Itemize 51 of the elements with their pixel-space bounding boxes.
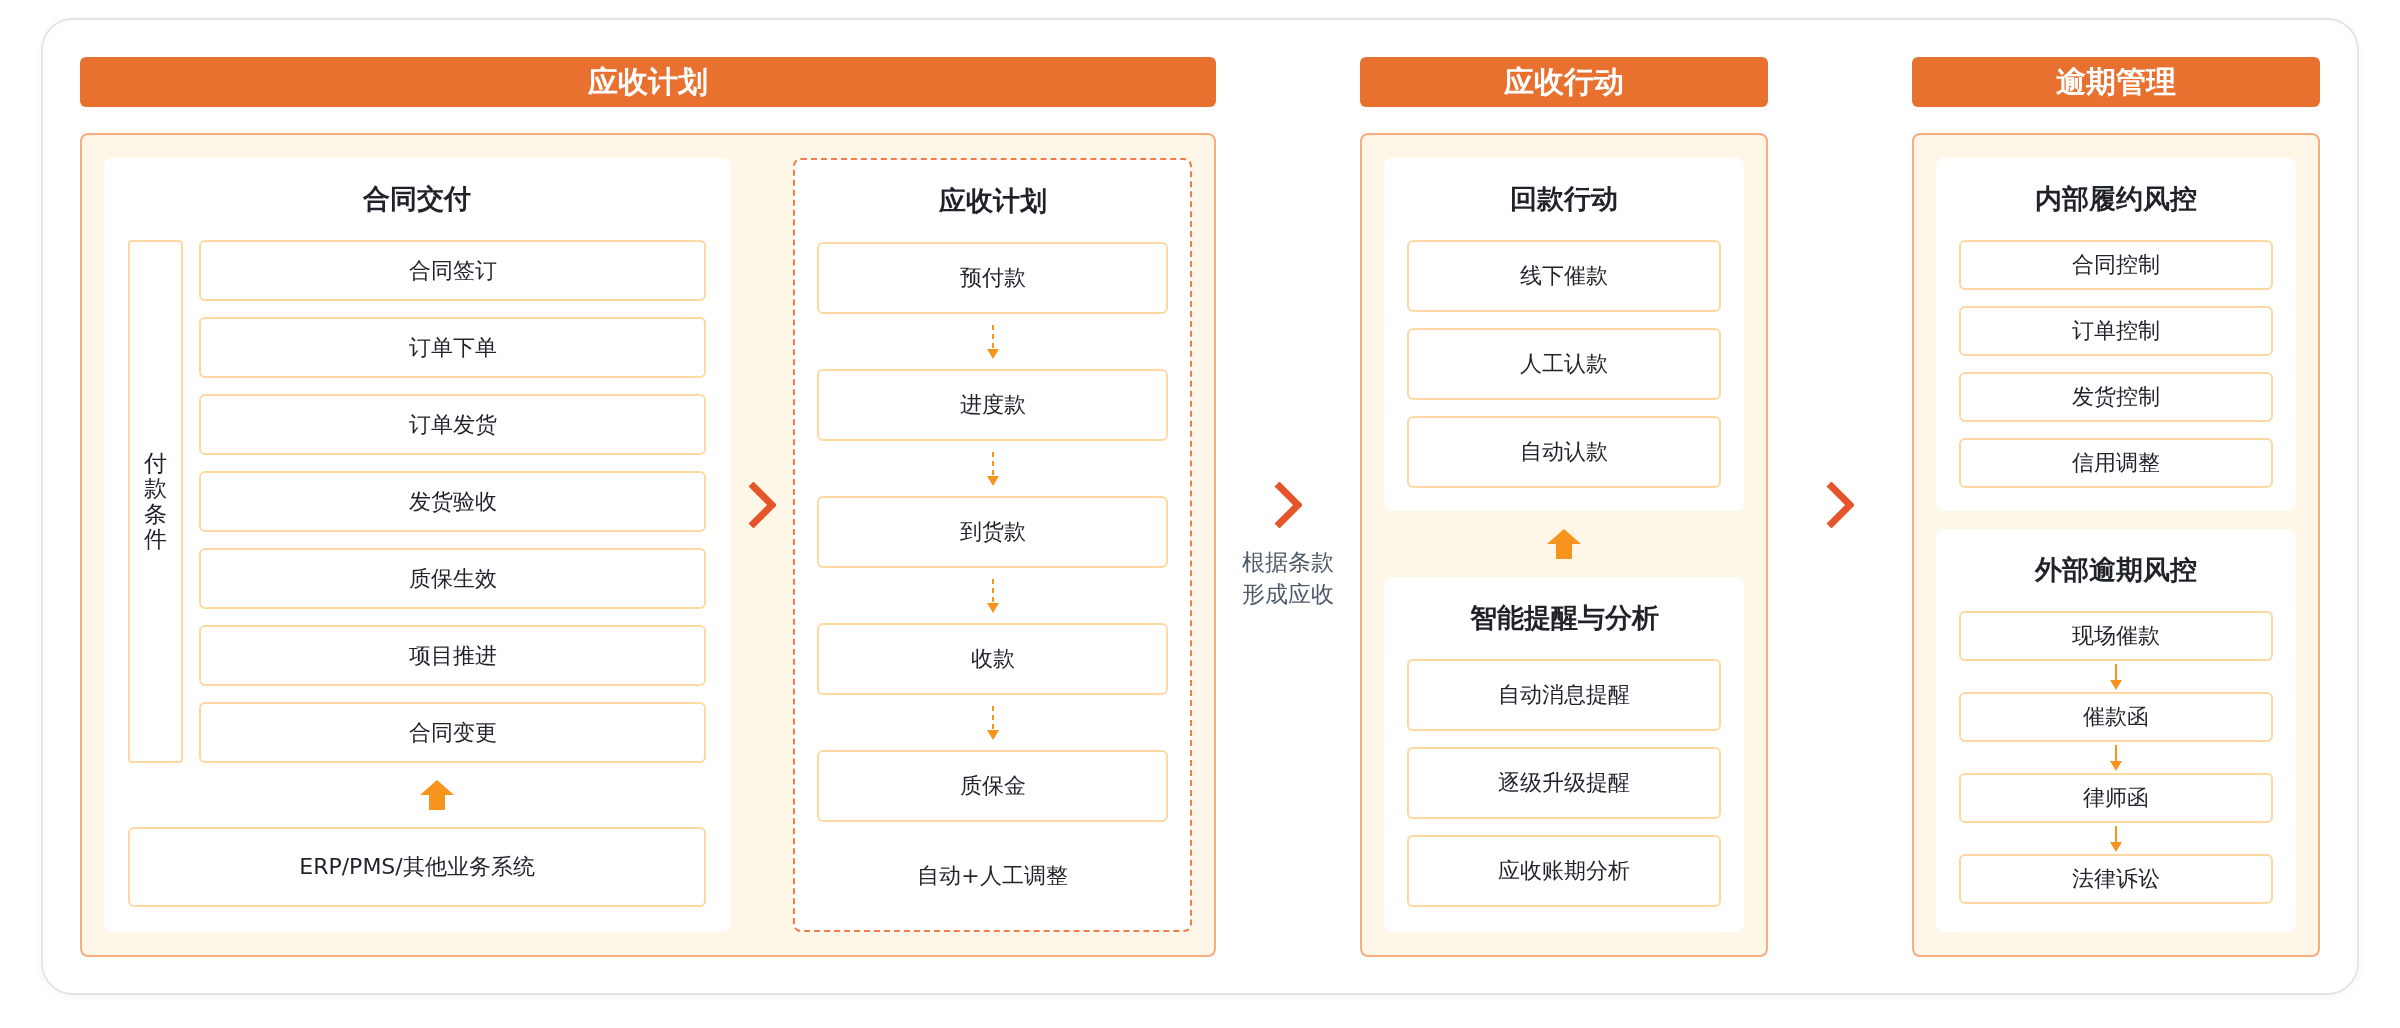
- step-box: 收款: [817, 623, 1168, 695]
- up-arrow-icon: [1547, 529, 1581, 559]
- step-box: 律师函: [1959, 773, 2273, 823]
- source-box: ERP/PMS/其他业务系统: [128, 827, 706, 907]
- step-box: 合同控制: [1959, 240, 2273, 290]
- step-box: 逐级升级提醒: [1407, 747, 1721, 819]
- step-box: 项目推进: [199, 625, 706, 686]
- section-header: 应收行动: [1360, 57, 1768, 107]
- step-box: 订单控制: [1959, 306, 2273, 356]
- vertical-label: 付款条件: [128, 240, 183, 763]
- footer-note: 自动+人工调整: [916, 862, 1069, 890]
- step-box: 现场催款: [1959, 611, 2273, 661]
- step-box: 订单下单: [199, 317, 706, 378]
- chevron-right-icon: [747, 482, 776, 528]
- step-box: 法律诉讼: [1959, 854, 2273, 904]
- step-box: 订单发货: [199, 394, 706, 455]
- down-arrow-icon: [985, 705, 1000, 740]
- panel-title: 合同交付: [362, 182, 472, 216]
- step-box: 应收账期分析: [1407, 835, 1721, 907]
- step-box: 合同签订: [199, 240, 706, 301]
- step-box: 发货控制: [1959, 372, 2273, 422]
- step-box: 到货款: [817, 496, 1168, 568]
- step-box: 催款函: [1959, 692, 2273, 742]
- chevron-right-icon: [1826, 482, 1854, 528]
- step-box: 人工认款: [1407, 328, 1721, 400]
- step-box: 质保金: [817, 750, 1168, 822]
- up-arrow-icon: [420, 780, 454, 810]
- step-box: 发货验收: [199, 471, 706, 532]
- caption-text: 根据条款形成应收: [1241, 548, 1335, 610]
- panel-title: 应收计划: [937, 184, 1048, 218]
- panel-title: 回款行动: [1509, 182, 1619, 216]
- down-arrow-icon: [985, 451, 1000, 486]
- down-arrow-icon: [985, 324, 1000, 359]
- step-box: 进度款: [817, 369, 1168, 441]
- chevron-right-icon: [1274, 482, 1302, 528]
- down-arrow-icon: [2109, 663, 2123, 690]
- step-box: 自动消息提醒: [1407, 659, 1721, 731]
- panel-title: 智能提醒与分析: [1468, 601, 1660, 635]
- step-box: 自动认款: [1407, 416, 1721, 488]
- panel-title: 外部逾期风控: [2033, 553, 2198, 587]
- step-box: 质保生效: [199, 548, 706, 609]
- step-box: 预付款: [817, 242, 1168, 314]
- step-box: 信用调整: [1959, 438, 2273, 488]
- panel-title: 内部履约风控: [2034, 182, 2198, 216]
- step-box: 合同变更: [199, 702, 706, 763]
- section-header: 逾期管理: [1912, 57, 2320, 107]
- down-arrow-icon: [2109, 744, 2123, 771]
- step-box: 线下催款: [1407, 240, 1721, 312]
- section-header: 应收计划: [80, 57, 1216, 107]
- down-arrow-icon: [2109, 825, 2123, 852]
- down-arrow-icon: [985, 578, 1000, 613]
